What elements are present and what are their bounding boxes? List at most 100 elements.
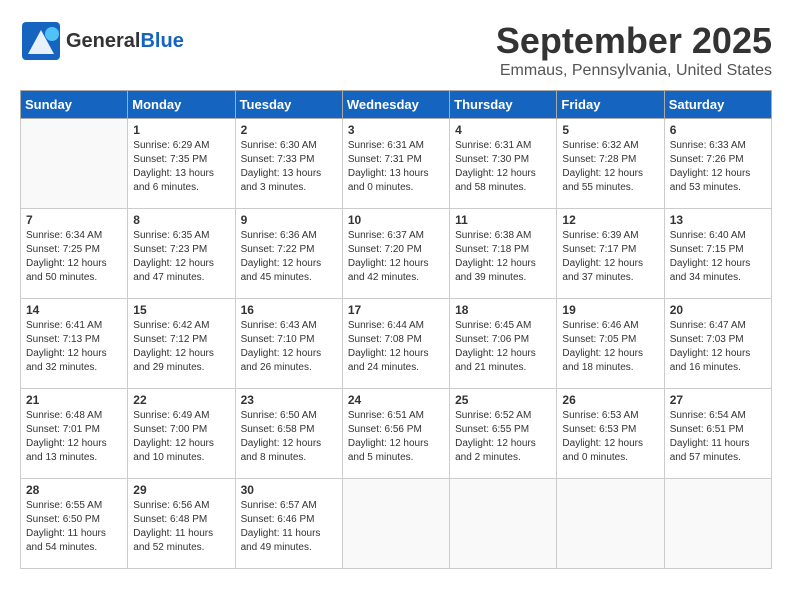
title-area: September 2025 Emmaus, Pennsylvania, Uni…: [496, 20, 772, 80]
day-number: 3: [348, 123, 444, 137]
day-info: Sunrise: 6:46 AMSunset: 7:05 PMDaylight:…: [562, 319, 658, 375]
calendar-cell: 11 Sunrise: 6:38 AMSunset: 7:18 PMDayligh…: [450, 209, 557, 299]
day-number: 23: [241, 393, 337, 407]
calendar-table: SundayMondayTuesdayWednesdayThursdayFrid…: [20, 90, 772, 569]
day-info: Sunrise: 6:35 AMSunset: 7:23 PMDaylight:…: [133, 229, 229, 285]
calendar-cell: 14 Sunrise: 6:41 AMSunset: 7:13 PMDayligh…: [21, 299, 128, 389]
calendar-cell: 17 Sunrise: 6:44 AMSunset: 7:08 PMDayligh…: [342, 299, 449, 389]
calendar-cell: 13Sunrise: 6:40 AMSunset: 7:15 PMDayligh…: [664, 209, 771, 299]
day-info: Sunrise: 6:49 AMSunset: 7:00 PMDaylight:…: [133, 409, 229, 465]
calendar-cell: 3Sunrise: 6:31 AMSunset: 7:31 PMDaylight…: [342, 119, 449, 209]
day-number: 8: [133, 213, 229, 227]
day-info: Sunrise: 6:32 AMSunset: 7:28 PMDaylight:…: [562, 139, 658, 195]
day-number: 18: [455, 303, 551, 317]
day-info: Sunrise: 6:48 AMSunset: 7:01 PMDaylight:…: [26, 409, 122, 465]
day-info: Sunrise: 6:34 AMSunset: 7:25 PMDaylight:…: [26, 229, 122, 285]
day-number: 2: [241, 123, 337, 137]
day-number: 15: [133, 303, 229, 317]
weekday-header-row: SundayMondayTuesdayWednesdayThursdayFrid…: [21, 91, 772, 119]
day-number: 21: [26, 393, 122, 407]
day-number: 20: [670, 303, 766, 317]
day-info: Sunrise: 6:33 AMSunset: 7:26 PMDaylight:…: [670, 139, 766, 195]
calendar-cell: [342, 479, 449, 569]
day-number: 4: [455, 123, 551, 137]
calendar-cell: 5Sunrise: 6:32 AMSunset: 7:28 PMDaylight…: [557, 119, 664, 209]
calendar-cell: 7 Sunrise: 6:34 AMSunset: 7:25 PMDaylight…: [21, 209, 128, 299]
calendar-cell: 21 Sunrise: 6:48 AMSunset: 7:01 PMDayligh…: [21, 389, 128, 479]
day-number: 11: [455, 213, 551, 227]
calendar-week-row: 28 Sunrise: 6:55 AMSunset: 6:50 PMDayligh…: [21, 479, 772, 569]
day-info: Sunrise: 6:37 AMSunset: 7:20 PMDaylight:…: [348, 229, 444, 285]
calendar-cell: [664, 479, 771, 569]
day-info: Sunrise: 6:39 AMSunset: 7:17 PMDaylight:…: [562, 229, 658, 285]
calendar-cell: [21, 119, 128, 209]
calendar-cell: 23 Sunrise: 6:50 AMSunset: 6:58 PMDayligh…: [235, 389, 342, 479]
day-info: Sunrise: 6:31 AMSunset: 7:30 PMDaylight:…: [455, 139, 551, 195]
calendar-cell: 22Sunrise: 6:49 AMSunset: 7:00 PMDayligh…: [128, 389, 235, 479]
calendar-cell: 19 Sunrise: 6:46 AMSunset: 7:05 PMDayligh…: [557, 299, 664, 389]
month-title: September 2025: [496, 20, 772, 62]
calendar-week-row: 14 Sunrise: 6:41 AMSunset: 7:13 PMDayligh…: [21, 299, 772, 389]
calendar-week-row: 21 Sunrise: 6:48 AMSunset: 7:01 PMDayligh…: [21, 389, 772, 479]
day-info: Sunrise: 6:47 AMSunset: 7:03 PMDaylight:…: [670, 319, 766, 375]
calendar-cell: 29 Sunrise: 6:56 AMSunset: 6:48 PMDayligh…: [128, 479, 235, 569]
calendar-cell: 9 Sunrise: 6:36 AMSunset: 7:22 PMDaylight…: [235, 209, 342, 299]
day-info: Sunrise: 6:38 AMSunset: 7:18 PMDaylight:…: [455, 229, 551, 285]
day-info: Sunrise: 6:50 AMSunset: 6:58 PMDaylight:…: [241, 409, 337, 465]
day-number: 19: [562, 303, 658, 317]
calendar-cell: 30 Sunrise: 6:57 AMSunset: 6:46 PMDayligh…: [235, 479, 342, 569]
day-info: Sunrise: 6:45 AMSunset: 7:06 PMDaylight:…: [455, 319, 551, 375]
day-number: 6: [670, 123, 766, 137]
logo: GeneralBlue: [20, 20, 184, 62]
calendar-cell: 24 Sunrise: 6:51 AMSunset: 6:56 PMDayligh…: [342, 389, 449, 479]
calendar-cell: 2 Sunrise: 6:30 AMSunset: 7:33 PMDaylight…: [235, 119, 342, 209]
day-info: Sunrise: 6:51 AMSunset: 6:56 PMDaylight:…: [348, 409, 444, 465]
day-number: 9: [241, 213, 337, 227]
day-info: Sunrise: 6:42 AMSunset: 7:12 PMDaylight:…: [133, 319, 229, 375]
calendar-cell: 8 Sunrise: 6:35 AMSunset: 7:23 PMDaylight…: [128, 209, 235, 299]
weekday-header: Friday: [557, 91, 664, 119]
logo-general: General: [66, 30, 140, 52]
day-number: 1: [133, 123, 229, 137]
calendar-cell: 26 Sunrise: 6:53 AMSunset: 6:53 PMDayligh…: [557, 389, 664, 479]
day-info: Sunrise: 6:55 AMSunset: 6:50 PMDaylight:…: [26, 499, 122, 555]
day-number: 28: [26, 483, 122, 497]
day-number: 17: [348, 303, 444, 317]
day-info: Sunrise: 6:40 AMSunset: 7:15 PMDaylight:…: [670, 229, 766, 285]
weekday-header: Tuesday: [235, 91, 342, 119]
day-info: Sunrise: 6:30 AMSunset: 7:33 PMDaylight:…: [241, 139, 337, 195]
day-number: 16: [241, 303, 337, 317]
location: Emmaus, Pennsylvania, United States: [496, 62, 772, 80]
weekday-header: Wednesday: [342, 91, 449, 119]
day-number: 10: [348, 213, 444, 227]
page-header: GeneralBlue September 2025 Emmaus, Penns…: [20, 20, 772, 80]
calendar-cell: 6 Sunrise: 6:33 AMSunset: 7:26 PMDaylight…: [664, 119, 771, 209]
day-number: 30: [241, 483, 337, 497]
day-info: Sunrise: 6:36 AMSunset: 7:22 PMDaylight:…: [241, 229, 337, 285]
calendar-cell: [557, 479, 664, 569]
calendar-cell: 18 Sunrise: 6:45 AMSunset: 7:06 PMDayligh…: [450, 299, 557, 389]
day-number: 26: [562, 393, 658, 407]
calendar-cell: 1 Sunrise: 6:29 AMSunset: 7:35 PMDaylight…: [128, 119, 235, 209]
day-info: Sunrise: 6:53 AMSunset: 6:53 PMDaylight:…: [562, 409, 658, 465]
weekday-header: Saturday: [664, 91, 771, 119]
calendar-cell: 15 Sunrise: 6:42 AMSunset: 7:12 PMDayligh…: [128, 299, 235, 389]
calendar-cell: [450, 479, 557, 569]
day-number: 29: [133, 483, 229, 497]
day-info: Sunrise: 6:29 AMSunset: 7:35 PMDaylight:…: [133, 139, 229, 195]
day-number: 7: [26, 213, 122, 227]
day-number: 25: [455, 393, 551, 407]
calendar-week-row: 1 Sunrise: 6:29 AMSunset: 7:35 PMDaylight…: [21, 119, 772, 209]
calendar-cell: 28 Sunrise: 6:55 AMSunset: 6:50 PMDayligh…: [21, 479, 128, 569]
day-info: Sunrise: 6:56 AMSunset: 6:48 PMDaylight:…: [133, 499, 229, 555]
day-number: 12: [562, 213, 658, 227]
calendar-cell: 25Sunrise: 6:52 AMSunset: 6:55 PMDayligh…: [450, 389, 557, 479]
day-info: Sunrise: 6:44 AMSunset: 7:08 PMDaylight:…: [348, 319, 444, 375]
day-info: Sunrise: 6:41 AMSunset: 7:13 PMDaylight:…: [26, 319, 122, 375]
day-number: 24: [348, 393, 444, 407]
day-info: Sunrise: 6:57 AMSunset: 6:46 PMDaylight:…: [241, 499, 337, 555]
calendar-cell: 4 Sunrise: 6:31 AMSunset: 7:30 PMDaylight…: [450, 119, 557, 209]
day-number: 14: [26, 303, 122, 317]
day-info: Sunrise: 6:54 AMSunset: 6:51 PMDaylight:…: [670, 409, 766, 465]
calendar-cell: 27Sunrise: 6:54 AMSunset: 6:51 PMDayligh…: [664, 389, 771, 479]
